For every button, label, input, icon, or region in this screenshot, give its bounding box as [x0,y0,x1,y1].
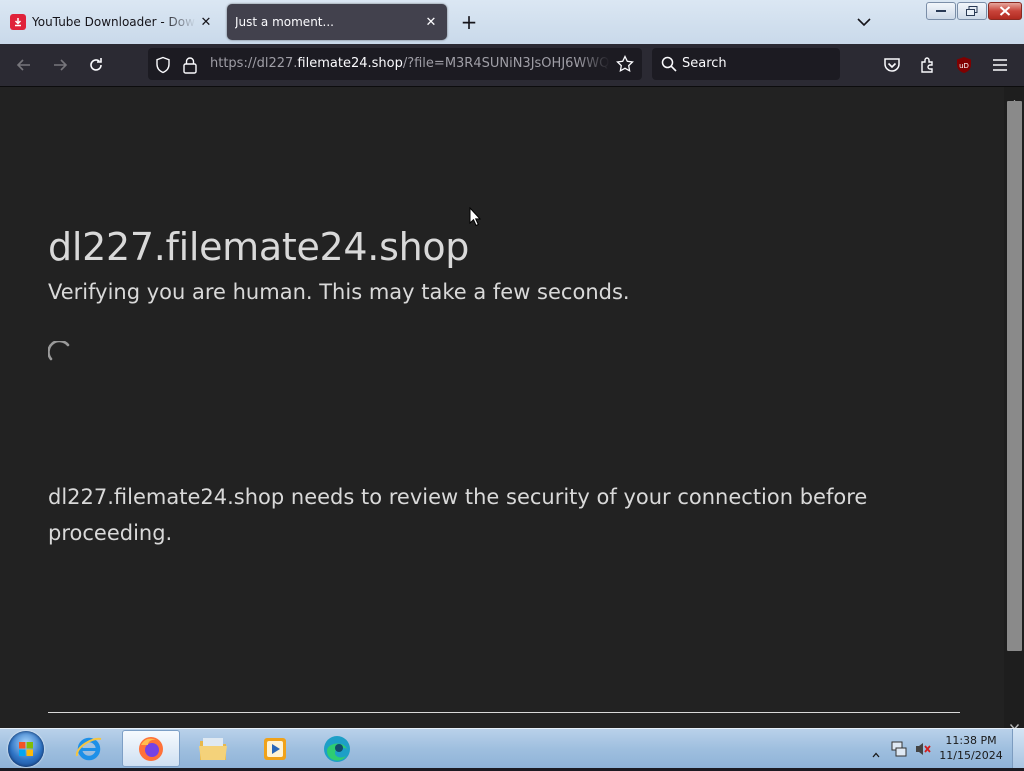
taskbar-clock[interactable]: 11:38 PM 11/15/2024 [936,733,1006,763]
pocket-icon[interactable] [882,55,902,75]
tab-youtube-downloader[interactable]: YouTube Downloader - Download Video ✕ [4,4,222,40]
firefox-taskbar-button[interactable] [122,730,180,767]
show-hidden-icons-chevron-icon[interactable] [872,743,880,762]
search-placeholder: Search [682,56,727,71]
back-arrow-icon[interactable] [14,55,34,75]
reload-icon[interactable] [86,55,106,75]
network-icon[interactable] [890,740,908,762]
folder-icon [199,737,227,760]
vertical-scrollbar[interactable] [1004,87,1024,731]
restore-button[interactable] [957,2,987,20]
forward-arrow-icon[interactable] [50,55,70,75]
tab-title: Just a moment... [235,15,334,29]
tab-title: YouTube Downloader - Download Video [32,15,196,29]
mouse-cursor-icon [469,206,482,231]
firefox-icon [139,736,163,761]
tab-strip: YouTube Downloader - Download Video ✕ Ju… [0,0,1024,44]
close-tab-icon[interactable]: ✕ [196,12,216,32]
loading-spinner-icon [47,339,76,369]
file-explorer-taskbar-button[interactable] [184,730,242,767]
internet-explorer-taskbar-button[interactable] [60,730,118,767]
search-bar[interactable]: Search [652,48,840,80]
edge-icon [324,735,350,762]
edge-taskbar-button[interactable] [308,730,366,767]
windows-logo-icon [19,742,33,756]
minimize-button[interactable] [926,2,956,20]
lock-icon[interactable] [182,56,198,78]
close-tab-icon[interactable]: ✕ [421,12,441,32]
verification-message: Verifying you are human. This may take a… [48,280,630,304]
chevron-down-icon[interactable] [854,12,874,32]
search-icon [661,56,677,76]
shield-icon[interactable] [154,56,172,78]
scrollbar-thumb[interactable] [1007,101,1022,651]
windows-taskbar: 11:38 PM 11/15/2024 [0,728,1024,768]
url-text[interactable]: https://dl227.filemate24.shop/?file=M3R4… [210,48,610,80]
internet-explorer-icon [75,737,102,760]
media-player-icon [264,737,286,760]
clock-date: 11/15/2024 [939,749,1003,762]
new-tab-icon[interactable]: + [459,12,479,32]
media-player-taskbar-button[interactable] [246,730,304,767]
clock-time: 11:38 PM [945,734,997,747]
ublock-badge-text: uD [959,62,969,70]
url-host: filemate24.shop [297,56,403,71]
navigation-toolbar: https://dl227.filemate24.shop/?file=M3R4… [0,44,1024,87]
page-content: dl227.filemate24.shop Verifying you are … [0,87,1004,728]
show-desktop-button[interactable] [1012,729,1024,768]
volume-muted-icon[interactable] [914,740,932,762]
extensions-puzzle-icon[interactable] [918,55,938,75]
download-icon [10,14,26,30]
url-query: /?file=M3R4SUNiN3JsOHJ6WWQ2a [402,56,610,71]
close-window-button[interactable] [988,2,1022,20]
ublock-origin-icon[interactable]: uD [954,55,974,75]
start-button[interactable] [8,731,44,767]
tab-just-a-moment[interactable]: Just a moment... ✕ [227,4,447,40]
system-tray: 11:38 PM 11/15/2024 [866,729,1024,768]
url-scheme: https://dl227. [210,56,298,71]
site-name-heading: dl227.filemate24.shop [48,225,470,269]
hamburger-menu-icon[interactable] [990,55,1010,75]
url-bar[interactable]: https://dl227.filemate24.shop/?file=M3R4… [148,48,642,80]
security-review-message: dl227.filemate24.shop needs to review th… [48,485,868,545]
footer-divider [48,712,960,713]
bookmark-star-icon[interactable] [616,54,634,77]
